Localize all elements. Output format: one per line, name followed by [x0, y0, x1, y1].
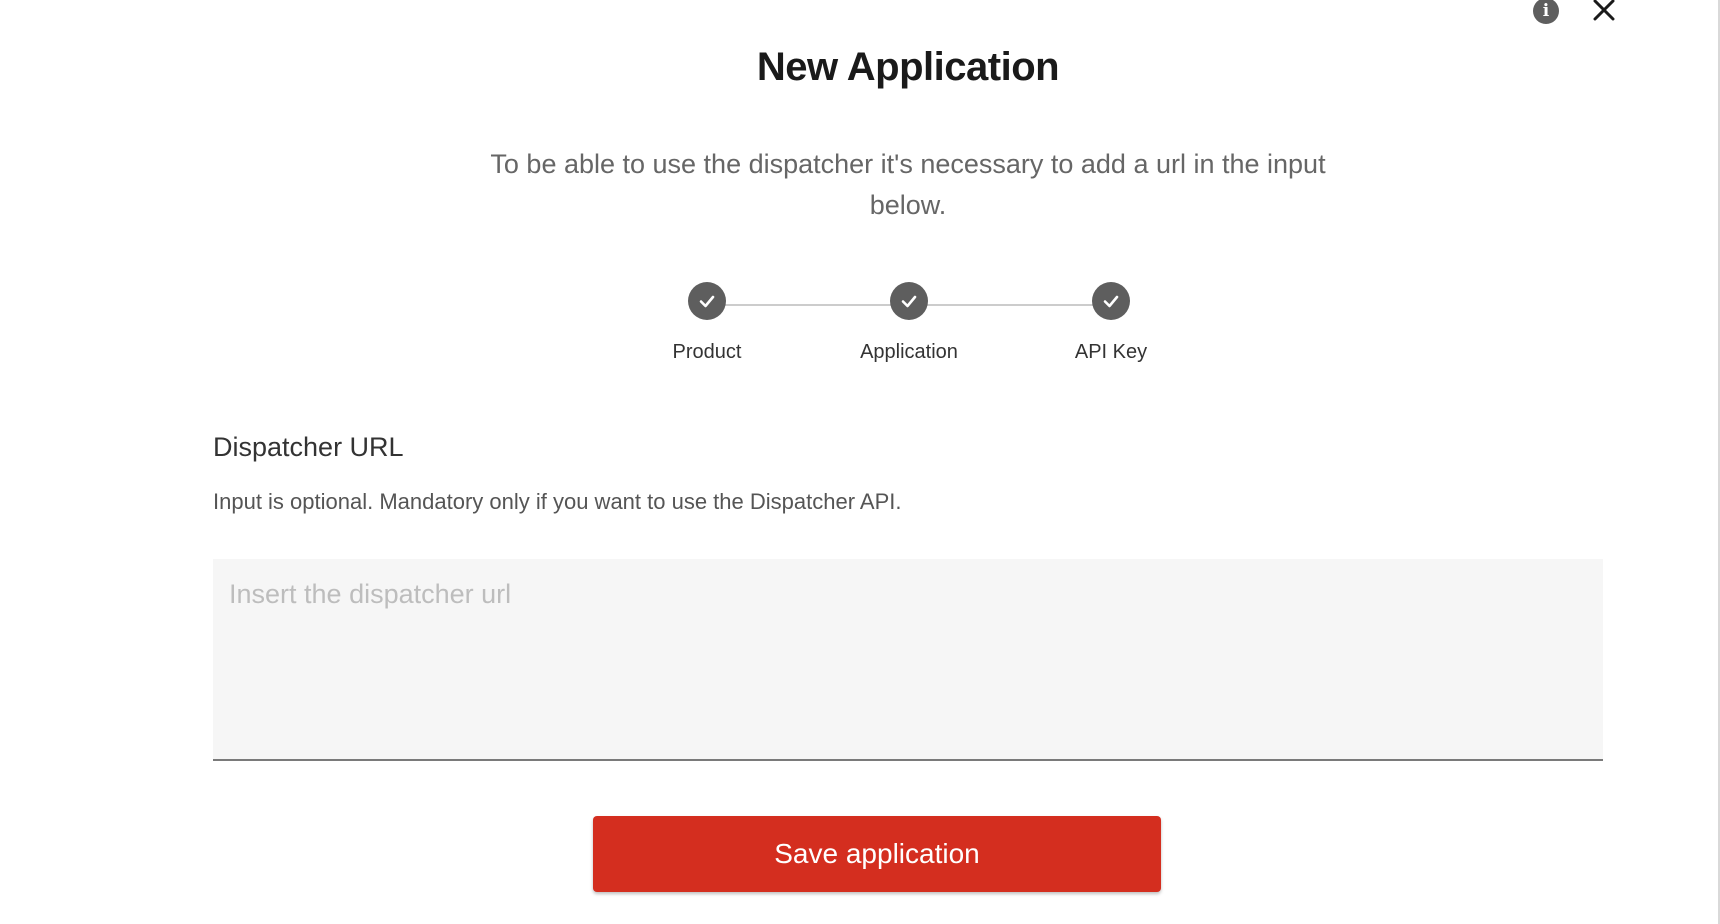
- check-icon: [688, 282, 726, 320]
- step-api-key: API Key: [1011, 282, 1211, 364]
- dispatcher-url-hint: Input is optional. Mandatory only if you…: [213, 489, 902, 514]
- close-icon[interactable]: [1588, 0, 1620, 26]
- dispatcher-url-label: Dispatcher URL: [213, 432, 404, 462]
- dispatcher-url-input[interactable]: [213, 559, 1603, 761]
- new-application-dialog: i New Application To be able to use the …: [0, 0, 1720, 924]
- step-application: Application: [809, 282, 1009, 364]
- dialog-title: New Application: [756, 45, 1060, 89]
- check-icon: [890, 282, 928, 320]
- save-application-button[interactable]: Save application: [593, 816, 1161, 892]
- step-label: Application: [860, 341, 958, 363]
- step-label: API Key: [1074, 341, 1148, 363]
- info-icon[interactable]: i: [1533, 0, 1559, 24]
- step-label: Product: [672, 341, 742, 363]
- progress-stepper: Product Application API Key: [0, 282, 1720, 392]
- check-icon: [1092, 282, 1130, 320]
- step-product: Product: [607, 282, 807, 364]
- dialog-description: To be able to use the dispatcher it's ne…: [490, 149, 1326, 220]
